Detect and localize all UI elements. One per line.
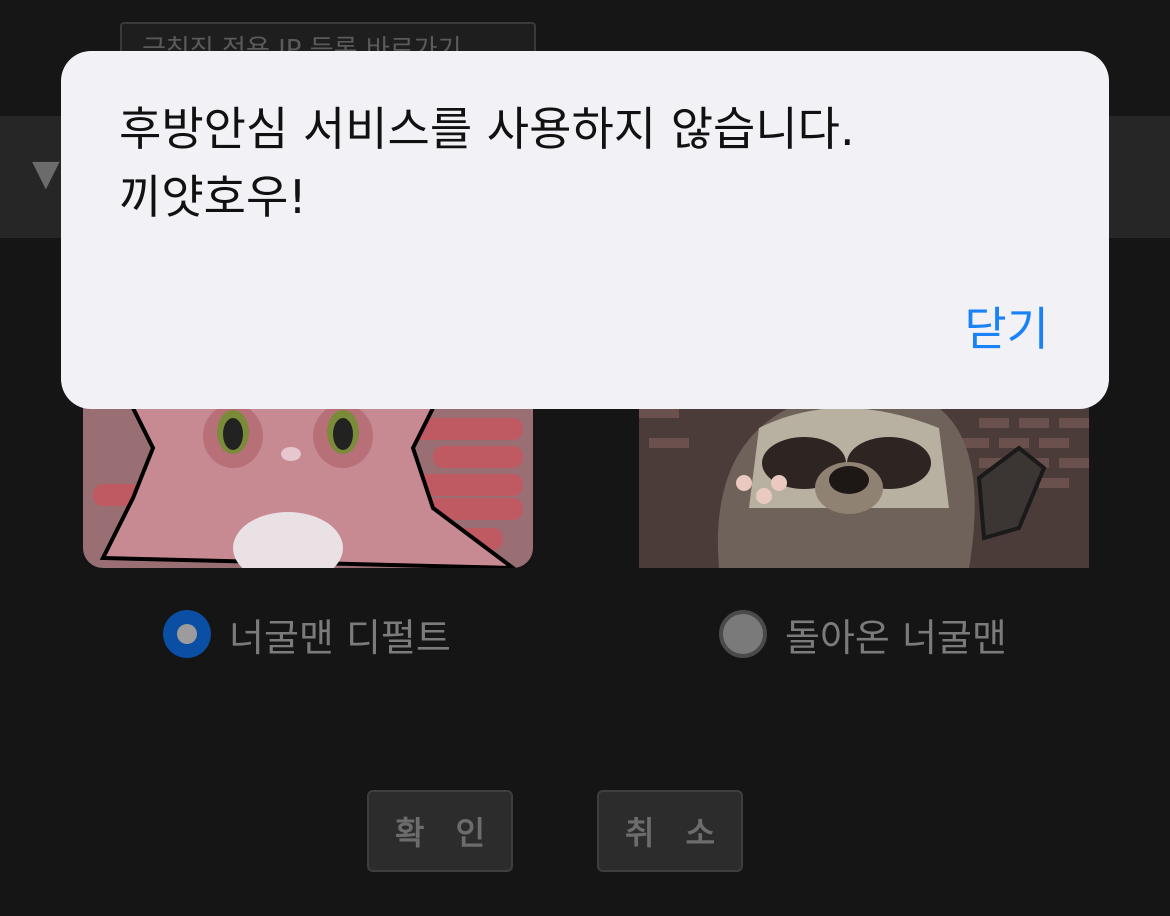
cancel-button[interactable]: 취 소 [597,790,743,872]
radio-dot [177,624,197,644]
dropdown-caret-icon: ▼ [32,153,60,194]
alert-message: 후방안심 서비스를 사용하지 않습니다. 끼얏호우! [119,102,855,224]
option-returned-raccoon[interactable]: 돌아온 너굴맨 [719,604,1007,664]
option-default-raccoon[interactable]: 너굴맨 디펄트 [163,604,451,664]
default-raccoon-theme-image[interactable] [83,388,533,568]
option-returned-label: 돌아온 너굴맨 [785,615,1007,660]
pink-cat-illustration [83,388,533,568]
raccoon-illustration [639,388,1089,568]
option-default-label: 너굴맨 디펄트 [229,615,451,660]
confirm-button[interactable]: 확 인 [367,790,513,872]
alert-dialog: 후방안심 서비스를 사용하지 않습니다. 끼얏호우! 닫기 [61,51,1109,409]
radio-selected-icon[interactable] [163,610,211,658]
radio-unselected-icon[interactable] [719,610,767,658]
returned-raccoon-theme-image[interactable] [639,388,1089,568]
alert-close-button[interactable]: 닫기 [964,295,1049,363]
